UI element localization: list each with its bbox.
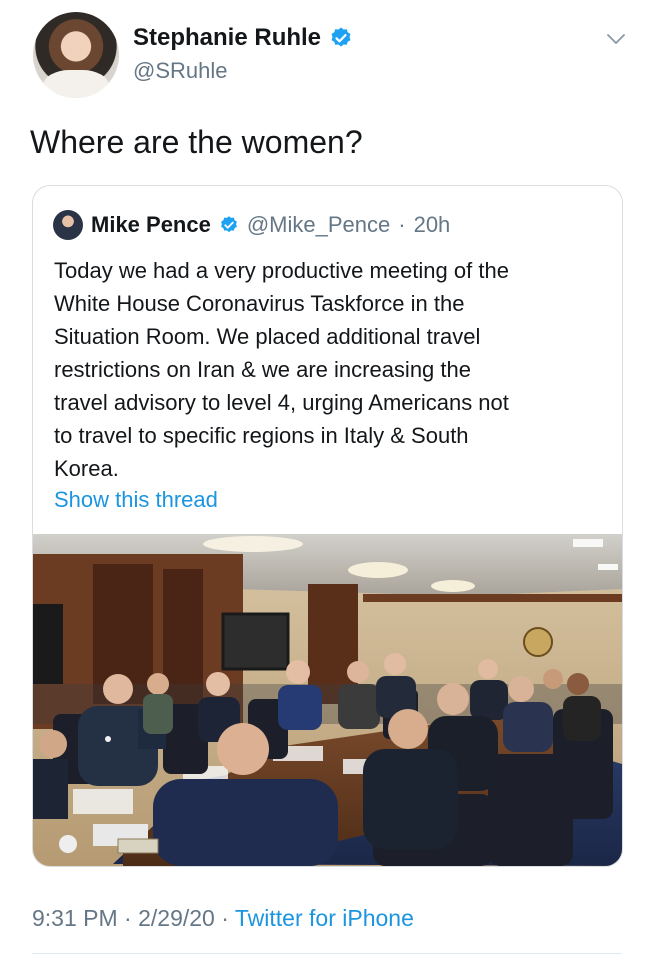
tweet-date[interactable]: 2/29/20 xyxy=(138,905,215,931)
author-avatar[interactable] xyxy=(33,12,119,98)
avatar-shoulders xyxy=(43,70,109,98)
quoted-text-line: White House Coronavirus Taskforce in the xyxy=(54,291,465,316)
quoted-tweet-header: Mike Pence @Mike_Pence · 20h xyxy=(53,210,450,240)
quoted-author-name: Mike Pence xyxy=(91,212,211,237)
footer-separator: · xyxy=(221,905,229,931)
quoted-text-line: restrictions on Iran & we are increasing… xyxy=(54,357,471,382)
author-name-row: Stephanie Ruhle xyxy=(133,24,353,52)
quoted-author-avatar xyxy=(53,210,83,240)
tweet-header: Stephanie Ruhle @SRuhle xyxy=(0,0,654,110)
author-handle[interactable]: @SRuhle xyxy=(133,58,228,84)
quoted-text-line: Today we had a very productive meeting o… xyxy=(54,258,509,283)
tweet-text: Where are the women? xyxy=(30,124,363,160)
situation-room-meeting-photo[interactable] xyxy=(33,534,622,866)
quoted-tweet-time: 20h xyxy=(413,212,451,237)
quoted-text-line: travel advisory to level 4, urging Ameri… xyxy=(54,390,509,415)
verified-badge-icon xyxy=(331,27,351,47)
tweet-time: 9:31 PM xyxy=(32,905,118,931)
quoted-tweet-body: Today we had a very productive meeting o… xyxy=(54,254,602,485)
meta-separator: · xyxy=(398,212,406,237)
quoted-tweet-card[interactable]: Mike Pence @Mike_Pence · 20h Today we ha… xyxy=(32,185,623,867)
tweet-footer: 9:31 PM · 2/29/20 · Twitter for iPhone xyxy=(32,905,414,932)
footer-separator: · xyxy=(124,905,132,931)
quoted-text-line: Korea. xyxy=(54,456,119,481)
author-name[interactable]: Stephanie Ruhle xyxy=(133,24,321,52)
tweet-client-link[interactable]: Twitter for iPhone xyxy=(235,905,414,931)
quoted-author-handle: @Mike_Pence xyxy=(246,212,391,237)
quoted-text-line: to travel to specific regions in Italy &… xyxy=(54,423,469,448)
footer-divider xyxy=(32,953,622,954)
verified-badge-icon xyxy=(220,216,237,233)
chevron-down-icon[interactable] xyxy=(605,28,627,50)
show-thread-link[interactable]: Show this thread xyxy=(54,487,218,513)
quoted-text-line: Situation Room. We placed additional tra… xyxy=(54,324,481,349)
